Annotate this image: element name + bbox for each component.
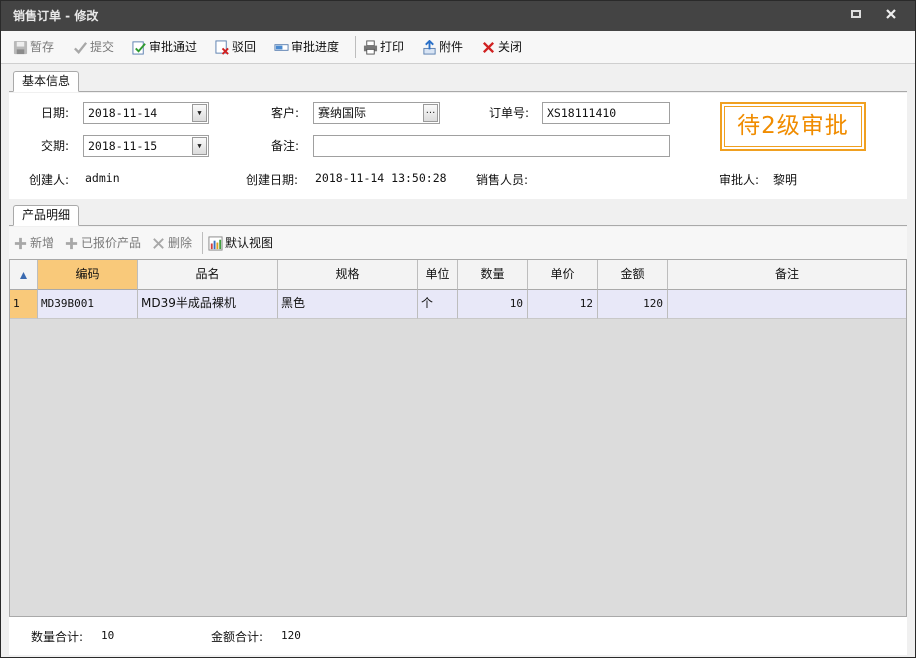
- save-draft-button[interactable]: 暂存: [13, 38, 54, 56]
- printer-icon: [363, 40, 378, 55]
- cell-code[interactable]: MD39B001: [38, 290, 138, 319]
- creator-label: 创建人:: [29, 173, 70, 187]
- basic-info-tabstrip: 基本信息: [9, 69, 907, 92]
- main-toolbar: 暂存 提交 审批通过 驳回 审批进度 打印 附件 关闭: [1, 31, 915, 64]
- cell-name[interactable]: MD39半成品裸机: [138, 290, 278, 319]
- cell-remark[interactable]: [668, 290, 906, 319]
- close-icon: [482, 41, 495, 54]
- date-field[interactable]: 2018-11-14 ▼: [83, 102, 209, 124]
- column-header-qty[interactable]: 数量: [458, 260, 528, 290]
- column-header-unit[interactable]: 单位: [418, 260, 458, 290]
- status-stamp: 待2级审批: [720, 102, 866, 151]
- plus-icon: [14, 237, 27, 250]
- progress-icon: [274, 44, 289, 51]
- window-title: 销售订单 - 修改: [13, 9, 99, 23]
- customer-label: 客户:: [271, 106, 300, 120]
- amount-total-value: 120: [281, 629, 301, 642]
- tab-product-details[interactable]: 产品明细: [13, 205, 80, 226]
- order-no-field[interactable]: XS18111410: [542, 102, 670, 124]
- save-icon: [13, 40, 28, 55]
- toolbar-separator: [202, 232, 203, 254]
- customer-browse-button[interactable]: ...: [423, 104, 438, 122]
- cell-price[interactable]: 12: [528, 290, 598, 319]
- product-toolbar: 新增 已报价产品 删除 默认视图: [9, 227, 907, 259]
- title-bar[interactable]: 销售订单 - 修改: [1, 1, 915, 31]
- qty-total-value: 10: [101, 629, 115, 642]
- amount-total-label: 金额合计:: [211, 630, 264, 644]
- delivery-date-field[interactable]: 2018-11-15 ▼: [83, 135, 209, 157]
- cell-unit[interactable]: 个: [418, 290, 458, 319]
- print-button[interactable]: 打印: [363, 38, 404, 56]
- totals-footer: 数量合计: 10 金额合计: 120: [9, 617, 907, 655]
- close-button[interactable]: 关闭: [481, 38, 522, 56]
- check-icon: [74, 42, 88, 54]
- cell-amount[interactable]: 120: [598, 290, 668, 319]
- cell-spec[interactable]: 黑色: [278, 290, 418, 319]
- product-tabstrip: 产品明细: [9, 203, 907, 226]
- column-header-amount[interactable]: 金额: [598, 260, 668, 290]
- delete-icon: [153, 238, 164, 249]
- remark-field[interactable]: [313, 135, 670, 157]
- cell-qty[interactable]: 10: [458, 290, 528, 319]
- delete-row-button[interactable]: 删除: [151, 234, 192, 252]
- created-date-label: 创建日期:: [246, 173, 299, 187]
- row-indicator-header[interactable]: [10, 260, 38, 290]
- column-header-remark[interactable]: 备注: [668, 260, 906, 290]
- approve-icon: [132, 41, 146, 55]
- order-no-label: 订单号:: [489, 106, 530, 120]
- minimize-icon[interactable]: [847, 8, 865, 24]
- column-header-price[interactable]: 单价: [528, 260, 598, 290]
- order-window: 销售订单 - 修改 暂存 提交 审批通过 驳回 审批进度 打印 附件 关闭 基本…: [0, 0, 916, 658]
- approve-button[interactable]: 审批通过: [132, 38, 197, 56]
- column-header-name[interactable]: 品名: [138, 260, 278, 290]
- reject-button[interactable]: 驳回: [215, 38, 256, 56]
- attachment-button[interactable]: 附件: [422, 38, 463, 56]
- reject-icon: [215, 40, 229, 55]
- date-dropdown-icon[interactable]: ▼: [192, 104, 207, 122]
- attachment-icon: [423, 40, 436, 55]
- status-stamp-text: 待2级审批: [724, 106, 862, 147]
- chart-icon: [208, 236, 223, 251]
- add-row-button[interactable]: 新增: [13, 234, 54, 252]
- delivery-label: 交期:: [41, 139, 70, 153]
- date-label: 日期:: [41, 106, 70, 120]
- quoted-products-button[interactable]: 已报价产品: [64, 234, 141, 252]
- close-window-icon[interactable]: [882, 8, 900, 24]
- sales-person-label: 销售人员:: [476, 173, 529, 187]
- delivery-dropdown-icon[interactable]: ▼: [192, 137, 207, 155]
- created-date-value: 2018-11-14 13:50:28: [315, 171, 447, 185]
- creator-value: admin: [85, 171, 120, 185]
- row-index[interactable]: 1: [10, 290, 38, 319]
- product-grid: 编码 品名 规格 单位 数量 单价 金额 备注 1 MD39B001 MD39半…: [9, 259, 907, 617]
- submit-button[interactable]: 提交: [73, 38, 114, 56]
- approver-value: 黎明: [773, 173, 798, 187]
- plus-icon: [65, 237, 78, 250]
- sort-icon: [20, 271, 27, 279]
- approver-label: 审批人:: [719, 173, 760, 187]
- approval-progress-button[interactable]: 审批进度: [274, 38, 339, 56]
- column-header-spec[interactable]: 规格: [278, 260, 418, 290]
- toolbar-separator: [355, 36, 356, 58]
- customer-field[interactable]: 赛纳国际 ...: [313, 102, 440, 124]
- qty-total-label: 数量合计:: [31, 630, 84, 644]
- column-header-code[interactable]: 编码: [38, 260, 138, 290]
- remark-label: 备注:: [271, 139, 300, 153]
- tab-basic-info[interactable]: 基本信息: [13, 71, 80, 92]
- default-view-button[interactable]: 默认视图: [208, 234, 273, 252]
